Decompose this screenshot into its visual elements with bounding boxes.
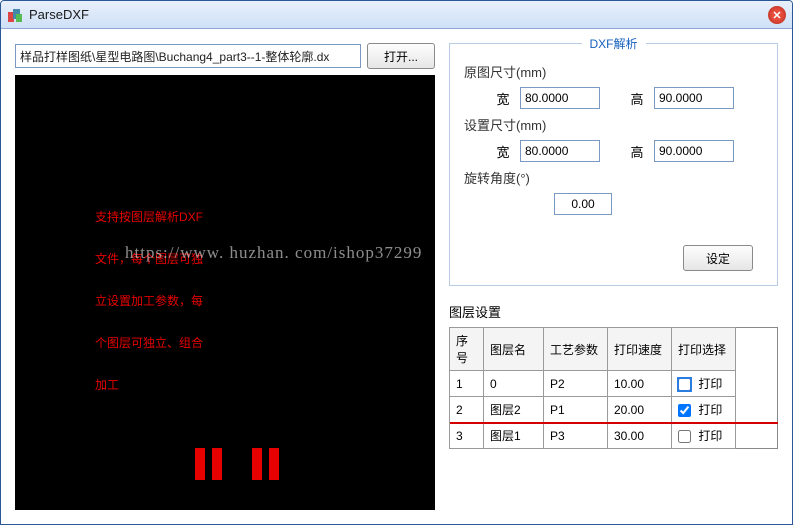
cell-speed: 10.00 — [608, 371, 672, 397]
table-row[interactable]: 3图层1P330.00 打印 — [450, 423, 778, 449]
cell-proc: P2 — [544, 371, 608, 397]
watermark-text: https://www. huzhan. com/ishop37299 — [125, 243, 422, 263]
path-row: 打开... — [15, 43, 435, 69]
cell-select: 打印 — [672, 423, 736, 449]
cell-name: 图层1 — [484, 423, 544, 449]
file-path-input[interactable] — [15, 44, 361, 68]
print-checkbox[interactable] — [678, 404, 691, 417]
set-dim-label: 设置尺寸(mm) — [464, 115, 546, 134]
set-button[interactable]: 设定 — [683, 245, 753, 271]
preview-canvas: 支持按图层解析DXF 文件，每个图层可独 立设置加工参数，每 个图层可独立、组合… — [15, 75, 435, 510]
print-checkbox[interactable] — [678, 378, 691, 391]
layer-settings: 图层设置 序号 图层名 工艺参数 打印速度 打印选择 10P210.00 打印2… — [449, 302, 778, 449]
app-icon — [7, 7, 23, 23]
th-seq: 序号 — [450, 328, 484, 371]
cell-select: 打印 — [672, 397, 736, 423]
window-title: ParseDXF — [29, 7, 89, 22]
width-label-2: 宽 — [494, 142, 512, 161]
cell-name: 图层2 — [484, 397, 544, 423]
cell-seq: 1 — [450, 371, 484, 397]
th-speed: 打印速度 — [608, 328, 672, 371]
panel-legend: DXF解析 — [581, 35, 645, 52]
cell-name: 0 — [484, 371, 544, 397]
th-proc: 工艺参数 — [544, 328, 608, 371]
layer-title: 图层设置 — [449, 302, 778, 321]
left-column: 打开... 支持按图层解析DXF 文件，每个图层可独 立设置加工参数，每 个图层… — [15, 43, 435, 510]
set-height-input[interactable] — [654, 140, 734, 162]
th-name: 图层名 — [484, 328, 544, 371]
cell-proc: P1 — [544, 397, 608, 423]
th-sel: 打印选择 — [672, 328, 736, 371]
body: 打开... 支持按图层解析DXF 文件，每个图层可独 立设置加工参数，每 个图层… — [1, 29, 792, 524]
cell-seq: 3 — [450, 423, 484, 449]
rotation-label: 旋转角度(°) — [464, 168, 530, 187]
orig-width-input[interactable] — [520, 87, 600, 109]
open-button[interactable]: 打开... — [367, 43, 435, 69]
print-checkbox[interactable] — [678, 430, 691, 443]
orig-height-input[interactable] — [654, 87, 734, 109]
right-column: DXF解析 原图尺寸(mm) 宽 高 设置尺寸(mm) 宽 高 — [449, 43, 778, 510]
height-label: 高 — [628, 89, 646, 108]
close-button[interactable]: ✕ — [768, 6, 786, 24]
layer-table: 序号 图层名 工艺参数 打印速度 打印选择 10P210.00 打印2图层2P1… — [449, 327, 778, 449]
cell-speed: 30.00 — [608, 423, 672, 449]
pause-bars — [195, 448, 279, 480]
set-width-input[interactable] — [520, 140, 600, 162]
titlebar: ParseDXF ✕ — [1, 1, 792, 29]
cell-seq: 2 — [450, 397, 484, 423]
cell-speed: 20.00 — [608, 397, 672, 423]
dxf-parse-panel: DXF解析 原图尺寸(mm) 宽 高 设置尺寸(mm) 宽 高 — [449, 43, 778, 286]
cell-select: 打印 — [672, 371, 736, 397]
width-label: 宽 — [494, 89, 512, 108]
height-label-2: 高 — [628, 142, 646, 161]
rotation-input[interactable] — [554, 193, 612, 215]
cell-proc: P3 — [544, 423, 608, 449]
table-row[interactable]: 10P210.00 打印 — [450, 371, 778, 397]
overlay-text: 支持按图层解析DXF 文件，每个图层可独 立设置加工参数，每 个图层可独立、组合… — [95, 195, 203, 405]
table-row[interactable]: 2图层2P120.00 打印 — [450, 397, 778, 423]
app-window: ParseDXF ✕ 打开... 支持按图层解析DXF 文件，每个图层可独 立设… — [0, 0, 793, 525]
orig-dim-label: 原图尺寸(mm) — [464, 62, 546, 81]
